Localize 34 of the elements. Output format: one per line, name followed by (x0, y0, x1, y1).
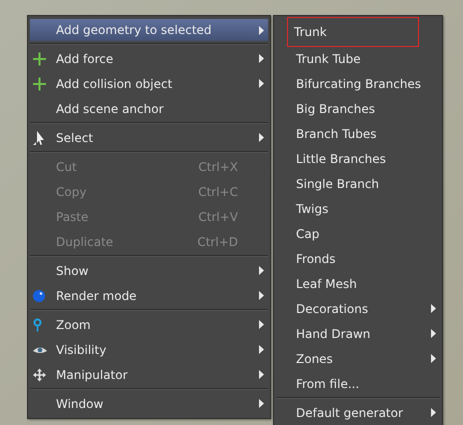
move-icon (33, 368, 46, 381)
menu-item[interactable]: Trunk (288, 18, 418, 46)
menu-item[interactable]: Leaf Mesh (276, 271, 440, 296)
menu-item[interactable]: Visibility (30, 337, 268, 362)
menu-item[interactable]: Manipulator (30, 362, 268, 387)
menu-item[interactable]: From file... (276, 371, 440, 396)
menu-item[interactable]: Little Branches (276, 146, 440, 171)
menu-item[interactable]: Render mode (30, 283, 268, 308)
menu-item[interactable]: Select (30, 125, 268, 150)
menu-item[interactable]: Branch Tubes (276, 121, 440, 146)
menu-item[interactable]: Add scene anchor (30, 96, 268, 121)
menu-item[interactable]: Default generator (276, 400, 440, 425)
menu-item[interactable]: Big Branches (276, 96, 440, 121)
menu-item[interactable]: Fronds (276, 246, 440, 271)
menu-item[interactable]: Cap (276, 221, 440, 246)
menu-item[interactable]: Window (30, 391, 268, 416)
plus-icon (33, 52, 46, 65)
zoom-icon (33, 318, 42, 331)
sphere-icon (33, 290, 45, 302)
menu-item[interactable]: Add force (30, 46, 268, 71)
cursor-icon (33, 130, 45, 144)
eye-icon (33, 346, 47, 354)
menu-item[interactable]: Hand Drawn (276, 321, 440, 346)
menu-item[interactable]: Decorations (276, 296, 440, 321)
menu-item[interactable]: Show (30, 258, 268, 283)
menu-item[interactable]: Single Branch (276, 171, 440, 196)
menu-item[interactable]: Zones (276, 346, 440, 371)
menu-item[interactable]: Zoom (30, 312, 268, 337)
menu-item[interactable]: Trunk Tube (276, 46, 440, 71)
menu-item[interactable]: Twigs (276, 196, 440, 221)
plus-icon (33, 77, 46, 90)
menu-item[interactable]: Bifurcating Branches (276, 71, 440, 96)
menu-item[interactable]: Add collision object (30, 71, 268, 96)
menu-item[interactable]: Add geometry to selected (30, 19, 268, 41)
